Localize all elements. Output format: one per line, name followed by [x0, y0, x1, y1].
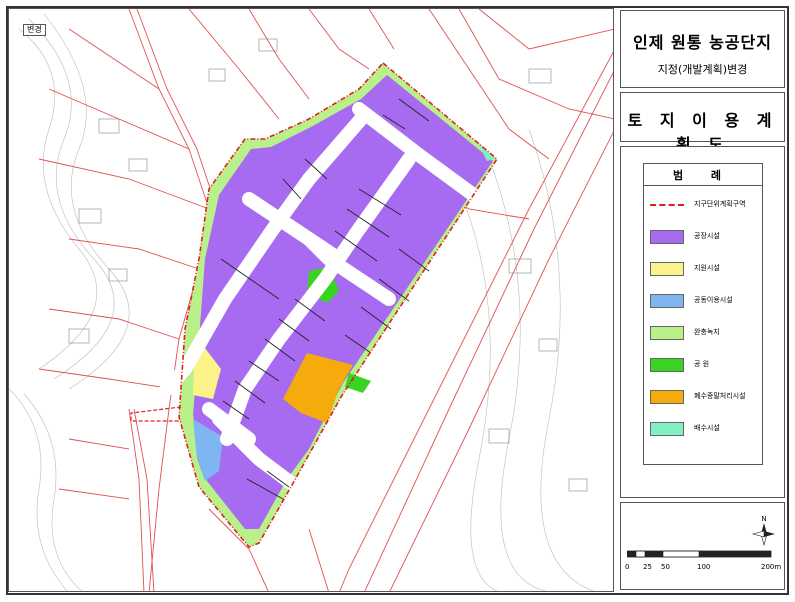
legend-label: 공 원	[694, 360, 710, 368]
legend-label: 공장시설	[694, 232, 720, 240]
legend-swatch	[650, 326, 684, 340]
north-arrow-icon: N	[751, 515, 775, 547]
north-label: N	[761, 515, 766, 523]
scale-tick-label: 100	[697, 563, 711, 571]
title-panel: 인제 원통 농공단지 지정(개발계획)변경	[620, 10, 785, 88]
project-title: 인제 원통 농공단지	[633, 33, 772, 52]
project-subtitle: 지정(개발계획)변경	[657, 63, 748, 76]
legend-item: 배수시설	[650, 422, 760, 436]
scale-tick-label: 0	[625, 563, 630, 571]
legend-item: 완충녹지	[650, 326, 760, 340]
legend-swatch	[650, 230, 684, 244]
legend-label: 폐수종말처리시설	[694, 392, 746, 400]
legend-item: 폐수종말처리시설	[650, 390, 760, 404]
legend-swatch	[650, 390, 684, 404]
legend-item: 지원시설	[650, 262, 760, 276]
scale-tick-label: 200m	[761, 563, 782, 571]
land-use-map[interactable]: 변경	[8, 8, 614, 592]
legend-swatch	[650, 294, 684, 308]
legend-item: 공동이용시설	[650, 294, 760, 308]
legend-swatch	[650, 422, 684, 436]
legend-swatch	[650, 262, 684, 276]
legend-swatch	[650, 358, 684, 372]
legend-heading: 범 례	[644, 167, 762, 186]
map-canvas	[9, 9, 613, 591]
plan-title-panel: 토 지 이 용 계 획 도	[620, 92, 785, 154]
legend-box: 범 례 지구단위계획구역공장시설지원시설공동이용시설완충녹지공 원폐수종말처리시…	[643, 163, 763, 465]
scale-tick-label: 25	[643, 563, 652, 571]
legend-label: 완충녹지	[694, 328, 720, 336]
change-label: 변경	[23, 24, 46, 36]
scale-bar	[627, 550, 772, 558]
legend-item: 공 원	[650, 358, 760, 372]
legend-label: 지원시설	[694, 264, 720, 272]
legend-label: 지구단위계획구역	[694, 200, 746, 208]
legend-label: 배수시설	[694, 424, 720, 432]
scale-tick-label: 50	[661, 563, 670, 571]
park-zone-2	[345, 373, 371, 393]
legend-swatch	[650, 204, 684, 206]
legend-item: 공장시설	[650, 230, 760, 244]
legend-panel: 범 례 지구단위계획구역공장시설지원시설공동이용시설완충녹지공 원폐수종말처리시…	[620, 146, 785, 498]
legend-label: 공동이용시설	[694, 296, 733, 304]
legend-item: 지구단위계획구역	[650, 198, 760, 212]
scale-panel: N 0 25 50 100 200m	[620, 502, 785, 590]
